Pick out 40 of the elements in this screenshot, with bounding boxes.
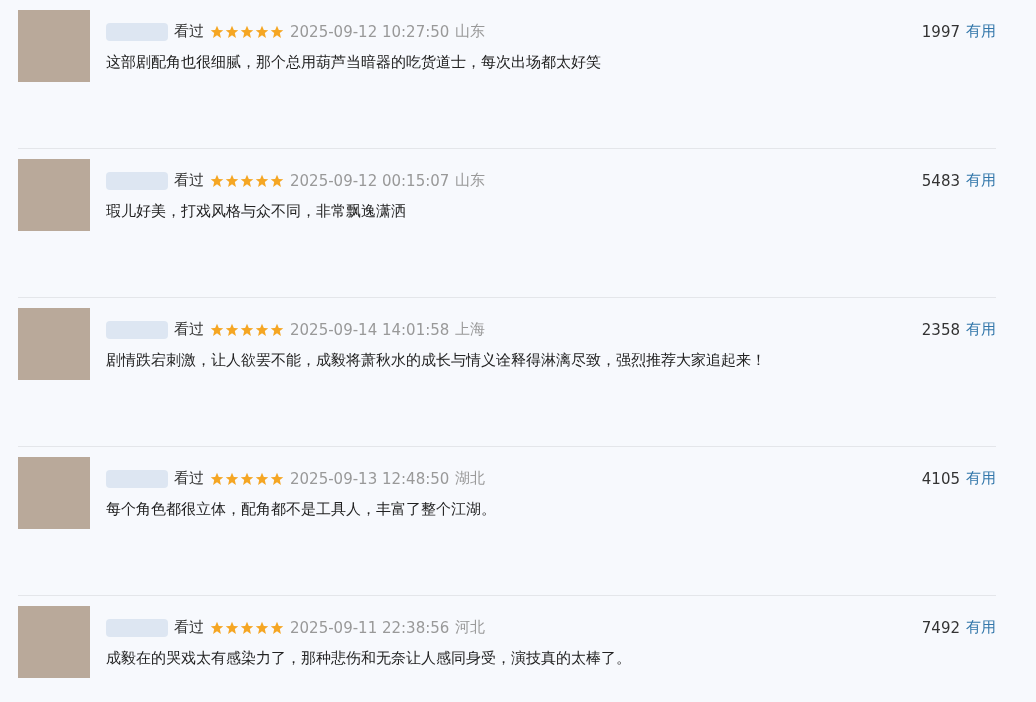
avatar-placeholder <box>18 308 90 380</box>
review-text: 每个角色都很立体，配角都不是工具人，丰富了整个江湖。 <box>106 500 497 519</box>
review-location: 河北 <box>455 618 486 637</box>
review-text: 这部剧配角也很细腻，那个总用葫芦当暗器的吃货道士，每次出场都太好笑 <box>106 53 602 72</box>
avatar-placeholder <box>18 10 90 82</box>
vote-count: 4105 <box>921 469 960 488</box>
review-time: 2025-09-13 12:48:50 <box>290 469 450 488</box>
watch-status: 看过 <box>174 320 204 339</box>
useful-link[interactable]: 有用 <box>966 469 996 488</box>
avatar-placeholder <box>18 159 90 231</box>
review-location: 上海 <box>455 320 486 339</box>
review-text: 成毅在的哭戏太有感染力了，那种悲伤和无奈让人感同身受，演技真的太棒了。 <box>106 649 632 668</box>
watch-status: 看过 <box>174 22 204 41</box>
watch-status: 看过 <box>174 171 204 190</box>
watch-status: 看过 <box>174 618 204 637</box>
blurred-username <box>106 171 168 190</box>
review-time: 2025-09-12 10:27:50 <box>290 22 450 41</box>
blurred-username <box>106 618 168 637</box>
vote-count: 2358 <box>921 320 960 339</box>
useful-link[interactable]: 有用 <box>966 22 996 41</box>
review-time: 2025-09-11 22:38:56 <box>290 618 450 637</box>
vote-count: 1997 <box>921 22 960 41</box>
avatar-placeholder <box>18 457 90 529</box>
vote-count: 7492 <box>921 618 960 637</box>
review-text: 瑕儿好美，打戏风格与众不同，非常飘逸潇洒 <box>106 202 407 221</box>
avatar-placeholder <box>18 606 90 678</box>
useful-link[interactable]: 有用 <box>966 171 996 190</box>
review-location: 山东 <box>455 22 486 41</box>
blurred-username <box>106 22 168 41</box>
review-location: 湖北 <box>455 469 486 488</box>
review-time: 2025-09-12 00:15:07 <box>290 171 450 190</box>
blurred-username <box>106 320 168 339</box>
watch-status: 看过 <box>174 469 204 488</box>
blurred-username <box>106 469 168 488</box>
review-text: 剧情跌宕刺激，让人欲罢不能，成毅将萧秋水的成长与情义诠释得淋漓尽致，强烈推荐大家追起来！ <box>106 351 767 370</box>
useful-link[interactable]: 有用 <box>966 618 996 637</box>
review-time: 2025-09-14 14:01:58 <box>290 320 450 339</box>
vote-count: 5483 <box>921 171 960 190</box>
review-location: 山东 <box>455 171 486 190</box>
useful-link[interactable]: 有用 <box>966 320 996 339</box>
